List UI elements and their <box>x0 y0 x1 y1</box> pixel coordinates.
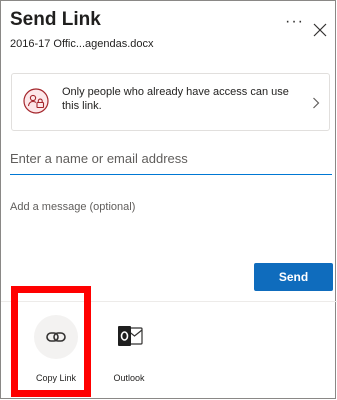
file-name: 2016-17 Offic...agendas.docx <box>10 38 154 50</box>
link-icon <box>46 332 66 342</box>
send-button[interactable]: Send <box>254 263 333 291</box>
recipient-input[interactable]: Enter a name or email address <box>10 147 332 175</box>
more-options-button[interactable]: ··· <box>285 14 304 30</box>
copy-link-button[interactable]: Copy Link <box>28 310 84 390</box>
outlook-label: Outlook <box>113 373 145 383</box>
people-lock-icon <box>23 88 49 114</box>
chevron-right-icon <box>312 96 320 109</box>
link-settings-button[interactable]: Only people who already have access can … <box>11 73 330 131</box>
send-link-dialog: Send Link 2016-17 Offic...agendas.docx ·… <box>0 0 337 399</box>
divider <box>1 301 337 302</box>
outlook-button[interactable]: Outlook <box>101 310 157 390</box>
copy-link-circle <box>34 315 78 359</box>
close-button[interactable] <box>313 23 327 37</box>
copy-link-label: Copy Link <box>35 373 77 383</box>
outlook-icon <box>117 324 143 353</box>
link-permission-text: Only people who already have access can … <box>62 86 289 112</box>
close-icon <box>313 23 327 37</box>
dialog-title: Send Link <box>10 9 101 30</box>
message-input[interactable]: Add a message (optional) <box>10 201 135 213</box>
